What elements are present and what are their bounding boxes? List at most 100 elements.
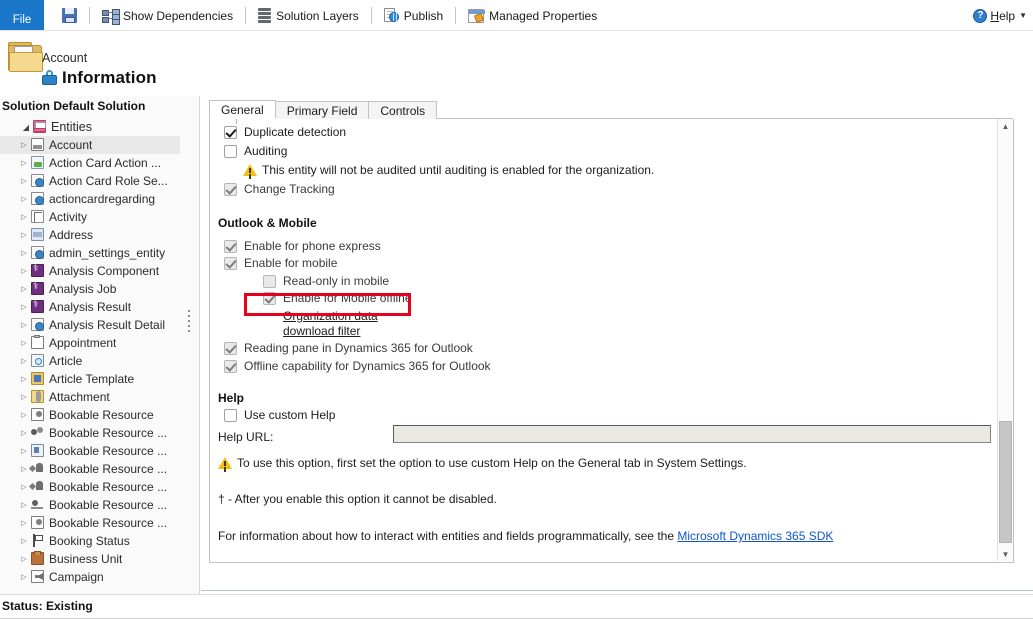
show-dependencies-button[interactable]: Show Dependencies [95, 0, 240, 31]
tree-node-business-unit[interactable]: ▷ Business Unit [0, 550, 180, 568]
phone-express-checkbox[interactable] [224, 240, 237, 253]
managed-properties-button[interactable]: Managed Properties [461, 0, 604, 31]
tree-node-appointment[interactable]: ▷ Appointment [0, 334, 180, 352]
tree-node-campaign[interactable]: ▷ Campaign [0, 568, 180, 586]
twisty-collapsed-icon[interactable]: ▷ [18, 303, 30, 311]
twisty-expanded-icon[interactable]: ◢ [20, 123, 32, 132]
twisty-collapsed-icon[interactable]: ▷ [18, 213, 30, 221]
offline-capability-row[interactable]: Offline capability for Dynamics 365 for … [224, 359, 491, 373]
warning-icon [243, 164, 257, 177]
tree-node-address[interactable]: ▷ Address [0, 226, 180, 244]
tree-node-bookable-resource-2[interactable]: ▷ Bookable Resource ... [0, 424, 180, 442]
use-custom-help-row[interactable]: Use custom Help [224, 408, 335, 422]
twisty-collapsed-icon[interactable]: ▷ [18, 195, 30, 203]
twisty-collapsed-icon[interactable]: ▷ [18, 411, 30, 419]
solution-layers-button[interactable]: Solution Layers [251, 0, 366, 31]
tree-node-label: admin_settings_entity [49, 246, 165, 260]
tree-node-activity[interactable]: ▷ Activity [0, 208, 180, 226]
reading-pane-row[interactable]: Reading pane in Dynamics 365 for Outlook [224, 341, 473, 355]
tree-node-bookable-resource-7[interactable]: ▷ Bookable Resource ... [0, 514, 180, 532]
twisty-collapsed-icon[interactable]: ▷ [18, 519, 30, 527]
tree-node-label: Bookable Resource [49, 408, 154, 422]
tab-general[interactable]: General [209, 100, 276, 119]
tree-node-analysis-result[interactable]: ▷ Analysis Result [0, 298, 180, 316]
auditing-row[interactable]: Auditing [224, 144, 287, 158]
tree-node-analysis-result-detail[interactable]: ▷ Analysis Result Detail [0, 316, 180, 334]
org-data-download-filter-link-line1[interactable]: Organization data [283, 309, 378, 323]
form-scroll-up-button[interactable]: ▲ [998, 119, 1013, 133]
tree-node-bookable-resource-6[interactable]: ▷ Bookable Resource ... [0, 496, 180, 514]
help-url-input[interactable] [393, 425, 991, 443]
tree-node-label: Article Template [49, 372, 134, 386]
tree-node-admin-settings-entity[interactable]: ▷ admin_settings_entity [0, 244, 180, 262]
tree-node-entities[interactable]: ◢ Entities [0, 118, 180, 136]
twisty-collapsed-icon[interactable]: ▷ [18, 573, 30, 581]
twisty-collapsed-icon[interactable]: ▷ [18, 357, 30, 365]
org-data-download-filter-link-line2[interactable]: download filter [283, 324, 360, 338]
tree-node-action-card-role[interactable]: ▷ Action Card Role Se... [0, 172, 180, 190]
entity-tree[interactable]: ◢ Entities ▷ Account ▷ Action Card Actio… [0, 118, 180, 588]
tree-node-analysis-component[interactable]: ▷ Analysis Component [0, 262, 180, 280]
tree-node-label: Bookable Resource ... [49, 426, 167, 440]
use-custom-help-checkbox[interactable] [224, 409, 237, 422]
tree-node-article-template[interactable]: ▷ Article Template [0, 370, 180, 388]
duplicate-detection-checkbox[interactable] [224, 126, 237, 139]
help-menu-button[interactable]: ? Help ▼ [973, 0, 1027, 31]
tree-node-bookable-resource-1[interactable]: ▷ Bookable Resource [0, 406, 180, 424]
tree-node-booking-status[interactable]: ▷ Booking Status [0, 532, 180, 550]
twisty-collapsed-icon[interactable]: ▷ [18, 447, 30, 455]
tab-primary-field[interactable]: Primary Field [275, 101, 370, 119]
twisty-collapsed-icon[interactable]: ▷ [18, 159, 30, 167]
tree-node-analysis-job[interactable]: ▷ Analysis Job [0, 280, 180, 298]
read-only-mobile-row[interactable]: Read-only in mobile [263, 274, 389, 288]
form-scrollbar-thumb[interactable] [999, 421, 1012, 543]
twisty-collapsed-icon[interactable]: ▷ [18, 429, 30, 437]
twisty-collapsed-icon[interactable]: ▷ [18, 393, 30, 401]
tree-node-account[interactable]: ▷ Account [0, 136, 180, 154]
tree-node-bookable-resource-3[interactable]: ▷ Bookable Resource ... [0, 442, 180, 460]
reading-pane-checkbox[interactable] [224, 342, 237, 355]
twisty-collapsed-icon[interactable]: ▷ [18, 285, 30, 293]
twisty-collapsed-icon[interactable]: ▷ [18, 501, 30, 509]
twisty-collapsed-icon[interactable]: ▷ [18, 555, 30, 563]
twisty-collapsed-icon[interactable]: ▷ [18, 249, 30, 257]
offline-capability-checkbox[interactable] [224, 360, 237, 373]
sdk-link[interactable]: Microsoft Dynamics 365 SDK [677, 529, 833, 543]
sidebar-splitter-handle[interactable] [188, 310, 193, 332]
tree-node-article[interactable]: ▷ Article [0, 352, 180, 370]
twisty-collapsed-icon[interactable]: ▷ [18, 177, 30, 185]
auditing-checkbox[interactable] [224, 145, 237, 158]
duplicate-detection-row[interactable]: Duplicate detection [224, 125, 346, 139]
help-circle-icon: ? [973, 9, 987, 23]
change-tracking-checkbox[interactable] [224, 183, 237, 196]
enable-mobile-checkbox[interactable] [224, 257, 237, 270]
mobile-offline-row[interactable]: Enable for Mobile offline [263, 291, 412, 305]
twisty-collapsed-icon[interactable]: ▷ [18, 231, 30, 239]
twisty-collapsed-icon[interactable]: ▷ [18, 537, 30, 545]
twisty-collapsed-icon[interactable]: ▷ [18, 141, 30, 149]
form-scrollbar[interactable]: ▲ ▼ [997, 119, 1013, 561]
twisty-collapsed-icon[interactable]: ▷ [18, 339, 30, 347]
tree-node-bookable-resource-4[interactable]: ▷ Bookable Resource ... [0, 460, 180, 478]
publish-button[interactable]: Publish [377, 0, 450, 31]
twisty-collapsed-icon[interactable]: ▷ [18, 465, 30, 473]
tree-node-action-card-action[interactable]: ▷ Action Card Action ... [0, 154, 180, 172]
read-only-mobile-checkbox[interactable] [263, 275, 276, 288]
tree-node-bookable-resource-5[interactable]: ▷ Bookable Resource ... [0, 478, 180, 496]
mobile-offline-checkbox[interactable] [263, 292, 276, 305]
tree-node-attachment[interactable]: ▷ Attachment [0, 388, 180, 406]
twisty-collapsed-icon[interactable]: ▷ [18, 321, 30, 329]
tree-node-actioncardregarding[interactable]: ▷ actioncardregarding [0, 190, 180, 208]
twisty-collapsed-icon[interactable]: ▷ [18, 375, 30, 383]
tree-node-label: Activity [49, 210, 87, 224]
twisty-collapsed-icon[interactable]: ▷ [18, 267, 30, 275]
tab-controls[interactable]: Controls [368, 101, 437, 119]
offline-capability-label: Offline capability for Dynamics 365 for … [244, 359, 491, 373]
phone-express-row[interactable]: Enable for phone express [224, 239, 381, 253]
enable-mobile-row[interactable]: Enable for mobile [224, 256, 337, 270]
save-button[interactable] [55, 0, 84, 31]
change-tracking-row[interactable]: Change Tracking [224, 182, 335, 196]
file-tab[interactable]: File [0, 0, 44, 31]
form-scroll-down-button[interactable]: ▼ [998, 547, 1013, 561]
twisty-collapsed-icon[interactable]: ▷ [18, 483, 30, 491]
